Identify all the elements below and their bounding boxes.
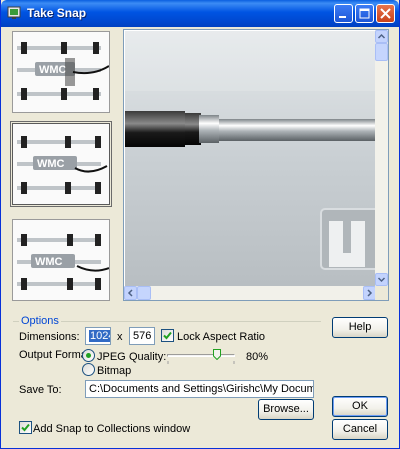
preview-image [125, 31, 376, 286]
thumbnail-1[interactable]: WMC [12, 31, 110, 113]
scrollbar-corner [375, 286, 388, 300]
vertical-scroll-thumb[interactable] [375, 43, 388, 61]
quality-slider-track[interactable] [167, 354, 235, 357]
save-path-value: C:\Documents and Settings\Girishc\My Doc… [89, 383, 313, 395]
svg-text:WMC: WMC [35, 256, 63, 268]
scroll-right-icon [367, 289, 373, 297]
jpeg-label[interactable]: JPEG [97, 351, 126, 363]
lock-aspect-checkbox[interactable] [161, 329, 174, 342]
svg-text:WMC: WMC [39, 64, 67, 76]
title-bar[interactable]: Take Snap [1, 0, 399, 27]
svg-text:WMC: WMC [37, 158, 65, 170]
height-value: 576 [133, 330, 152, 342]
quality-slider-thumb[interactable] [213, 349, 221, 360]
scroll-up-button[interactable] [375, 30, 388, 43]
app-icon [7, 6, 21, 19]
take-snap-dialog: Take Snap WMC WMC WMC Options Dimensions… [0, 0, 400, 449]
minimize-button[interactable] [334, 4, 353, 23]
close-icon [380, 8, 391, 19]
thumbnail-2[interactable]: WMC [10, 121, 112, 207]
jpeg-radio[interactable] [82, 349, 95, 362]
help-button[interactable]: Help [332, 317, 388, 338]
cancel-button[interactable]: Cancel [332, 419, 388, 440]
checkmark-icon [21, 423, 30, 432]
checkmark-icon [163, 331, 172, 340]
thumbnail-image: WMC [13, 220, 109, 300]
maximize-icon [359, 8, 370, 19]
save-to-label: Save To: [19, 384, 62, 396]
snap-preview [123, 29, 389, 301]
dimension-separator: x [117, 331, 123, 343]
quality-label: Quality: [129, 351, 167, 363]
maximize-button[interactable] [355, 4, 374, 23]
radio-selected-dot [86, 353, 91, 358]
bitmap-radio[interactable] [82, 363, 95, 376]
scroll-left-button[interactable] [124, 286, 137, 300]
scroll-left-icon [127, 289, 133, 297]
width-value: 1024 [89, 330, 110, 342]
quality-slider-ticks [167, 361, 235, 364]
thumbnail-image: WMC [13, 124, 109, 204]
preview-vertical-scrollbar[interactable] [375, 30, 388, 286]
scroll-down-button[interactable] [375, 273, 388, 286]
save-path-input[interactable]: C:\Documents and Settings\Girishc\My Doc… [85, 380, 314, 398]
quality-value: 80% [246, 351, 269, 363]
add-to-collections-label[interactable]: Add Snap to Collections window [33, 423, 190, 435]
preview-horizontal-scrollbar[interactable] [124, 286, 376, 300]
scroll-down-icon [377, 277, 386, 283]
browse-button[interactable]: Browse... [258, 399, 314, 420]
scroll-up-icon [377, 33, 386, 39]
add-to-collections-checkbox[interactable] [19, 421, 32, 434]
ok-button[interactable]: OK [332, 396, 388, 417]
bitmap-label[interactable]: Bitmap [97, 365, 131, 377]
width-input[interactable]: 1024 [85, 327, 111, 345]
thumbnail-3[interactable]: WMC [12, 219, 110, 301]
dimensions-label: Dimensions: [19, 331, 80, 343]
lock-aspect-label[interactable]: Lock Aspect Ratio [177, 331, 265, 343]
thumbnail-image: WMC [13, 32, 109, 112]
options-group-label: Options [19, 315, 61, 327]
window-title: Take Snap [27, 6, 87, 20]
horizontal-scroll-thumb[interactable] [137, 286, 151, 300]
close-button[interactable] [376, 4, 395, 23]
height-input[interactable]: 576 [129, 327, 155, 345]
minimize-icon [339, 16, 346, 18]
